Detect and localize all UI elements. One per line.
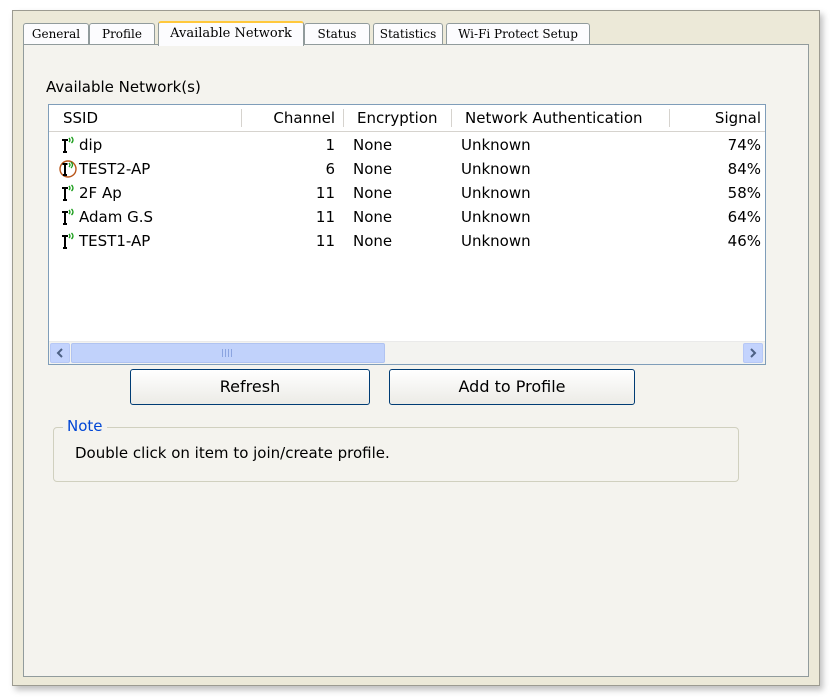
encryption-cell: None [353,136,393,154]
list-item[interactable]: Adam G.S 11 None Unknown 64% [49,205,765,229]
authentication-cell: Unknown [461,232,531,250]
access-point-icon [62,232,74,249]
tab-general[interactable]: General [23,23,89,45]
encryption-cell: None [353,208,393,226]
note-title: Note [63,417,107,435]
ssid-cell: TEST2-AP [79,160,151,178]
tab-profile[interactable]: Profile [89,23,155,45]
column-divider[interactable] [241,109,242,127]
available-networks-label: Available Network(s) [46,78,201,96]
network-list[interactable]: SSID Channel Encryption Network Authenti… [48,104,766,365]
channel-cell: 11 [315,184,335,202]
signal-cell: 46% [727,232,761,250]
column-header-ssid[interactable]: SSID [63,105,98,131]
note-text: Double click on item to join/create prof… [75,444,390,462]
tab-available-network[interactable]: Available Network [158,21,304,46]
horizontal-scrollbar[interactable] [49,341,765,364]
tab-wifi-protect-setup[interactable]: Wi-Fi Protect Setup [446,23,590,45]
authentication-cell: Unknown [461,208,531,226]
column-header-channel[interactable]: Channel [245,105,335,131]
utility-window: General Profile Available Network Status… [12,10,820,686]
channel-cell: 11 [315,232,335,250]
chevron-right-icon [750,348,757,358]
scroll-thumb[interactable] [71,343,385,363]
chevron-left-icon [56,348,63,358]
list-item[interactable]: TEST1-AP 11 None Unknown 46% [49,229,765,253]
list-item[interactable]: dip 1 None Unknown 74% [49,133,765,157]
access-point-icon [62,136,74,153]
ssid-cell: 2F Ap [79,184,122,202]
tab-strip: General Profile Available Network Status… [23,21,803,46]
column-header-network-authentication[interactable]: Network Authentication [465,105,643,131]
access-point-icon [62,184,74,201]
ssid-cell: TEST1-AP [79,232,151,250]
access-point-icon [62,208,74,225]
list-item[interactable]: TEST2-AP 6 None Unknown 84% [49,157,765,181]
ssid-cell: Adam G.S [79,208,154,226]
encryption-cell: None [353,160,393,178]
channel-cell: 11 [315,208,335,226]
signal-cell: 58% [727,184,761,202]
list-header: SSID Channel Encryption Network Authenti… [49,105,765,132]
scroll-grip [222,349,234,357]
signal-cell: 64% [727,208,761,226]
authentication-cell: Unknown [461,136,531,154]
scroll-left-button[interactable] [50,343,70,363]
encryption-cell: None [353,184,393,202]
authentication-cell: Unknown [461,184,531,202]
signal-cell: 84% [727,160,761,178]
tab-statistics[interactable]: Statistics [373,23,443,45]
add-to-profile-button[interactable]: Add to Profile [389,369,635,405]
channel-cell: 6 [325,160,335,178]
authentication-cell: Unknown [461,160,531,178]
column-divider[interactable] [451,109,452,127]
encryption-cell: None [353,232,393,250]
ssid-cell: dip [79,136,103,154]
column-header-encryption[interactable]: Encryption [357,105,438,131]
tab-panel: Available Network(s) SSID Channel Encryp… [23,44,809,677]
connected-access-point-icon [59,160,77,178]
column-divider[interactable] [343,109,344,127]
list-item[interactable]: 2F Ap 11 None Unknown 58% [49,181,765,205]
signal-cell: 74% [727,136,761,154]
channel-cell: 1 [325,136,335,154]
scroll-right-button[interactable] [743,343,763,363]
column-header-signal[interactable]: Signal [679,105,761,131]
refresh-button[interactable]: Refresh [130,369,370,405]
tab-status[interactable]: Status [304,23,370,45]
column-divider[interactable] [669,109,670,127]
